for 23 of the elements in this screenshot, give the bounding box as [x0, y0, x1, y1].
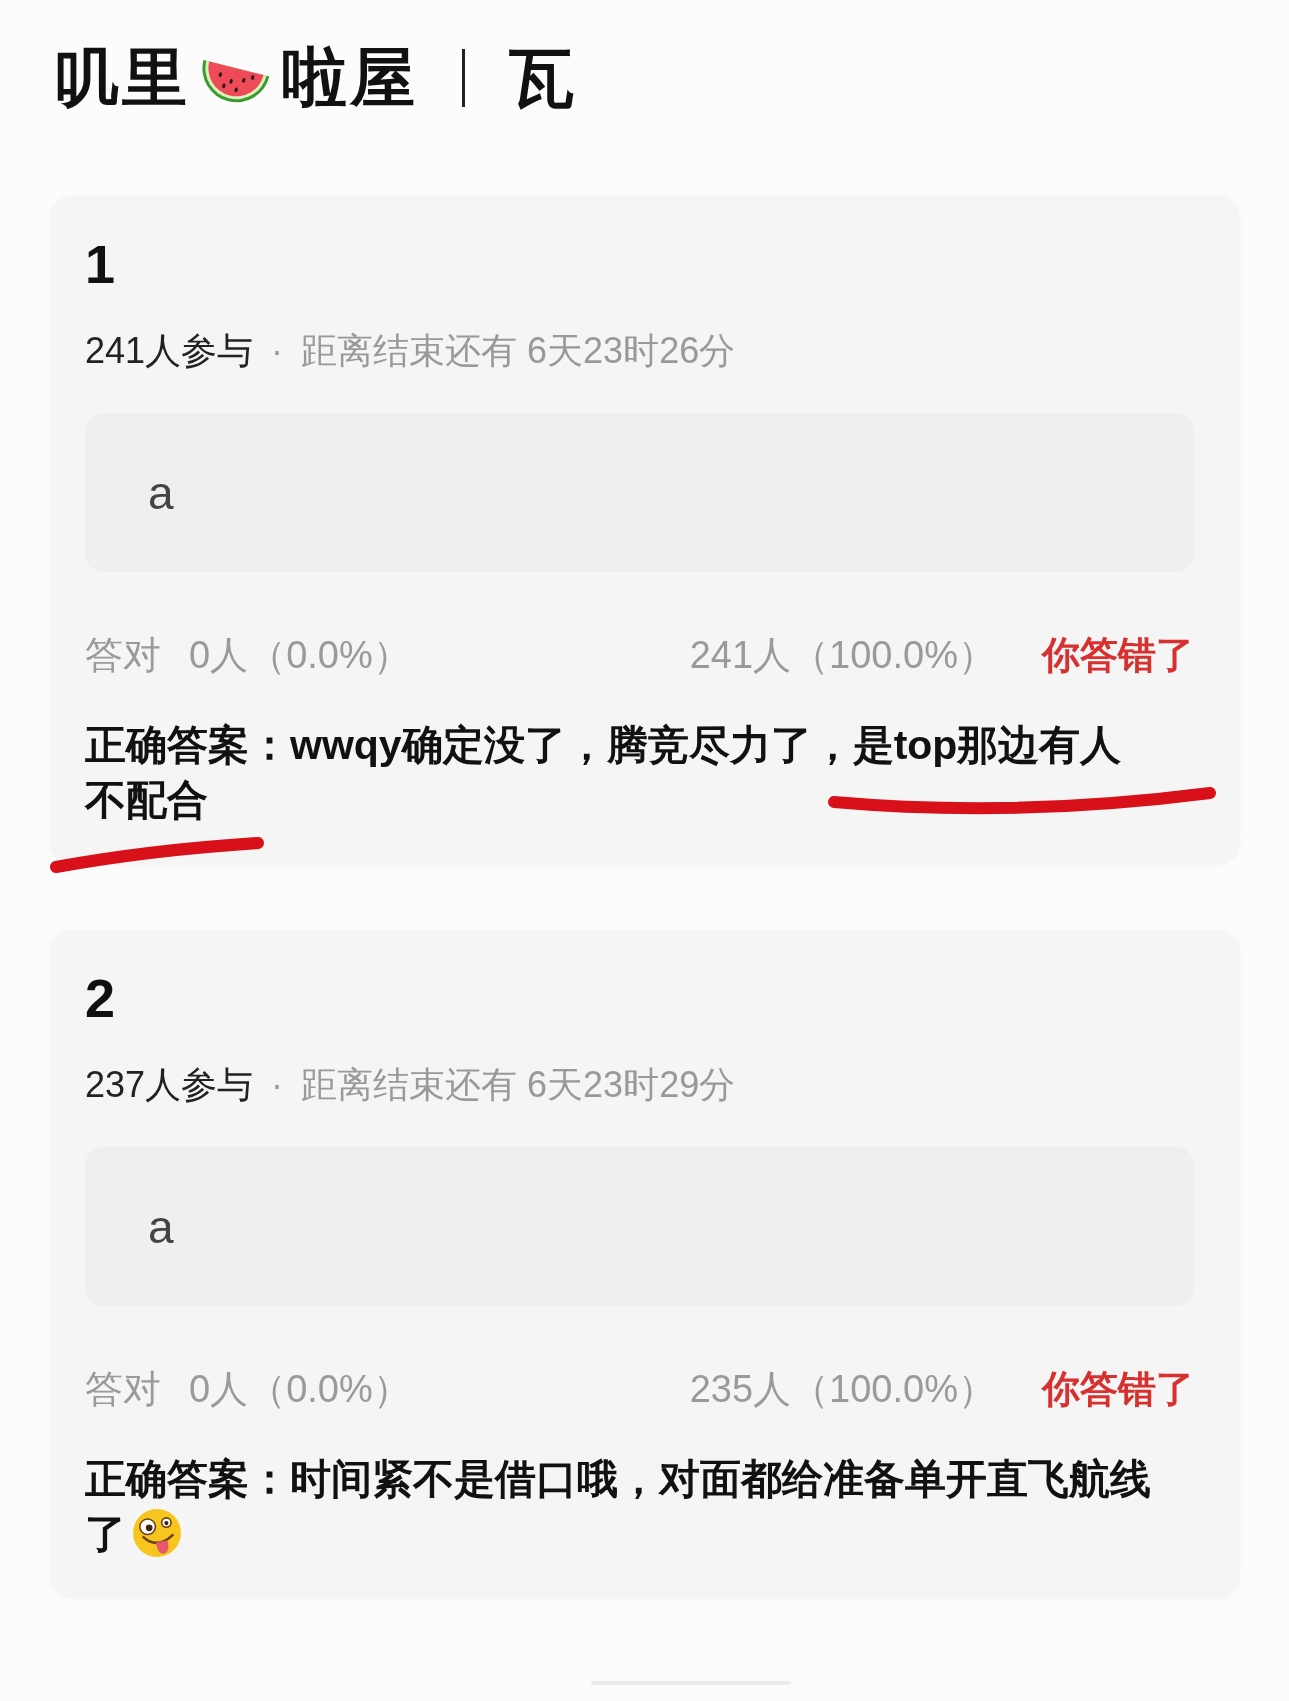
countdown-text: 距离结束还有 6天23时29分: [301, 1063, 736, 1107]
correct-label: 答对: [85, 1367, 161, 1412]
answer-option[interactable]: a: [85, 1147, 1194, 1306]
separator: ·: [271, 1063, 284, 1107]
participant-count: 241人参与: [85, 329, 254, 373]
participant-count: 237人参与: [85, 1063, 254, 1107]
correct-answer-text: 正确答案：时间紧不是借口哦，对面都给准备单开直飞航线了: [85, 1455, 1152, 1560]
result-label: 你答错了: [1042, 633, 1194, 678]
correct-answer-text: 正确答案：wwqy确定没了，腾竞尽力了，是top那边有人不配合: [85, 721, 1123, 825]
wrong-count: 241人（100.0%）: [689, 633, 996, 678]
brand-title: 啦屋: [282, 40, 418, 116]
result-label: 你答错了: [1042, 1367, 1194, 1412]
correct-label: 答对: [85, 633, 161, 678]
correct-count: 0人（0.0%）: [189, 633, 411, 678]
section-title: 瓦: [509, 40, 577, 116]
countdown-text: 距离结束还有 6天23时26分: [301, 329, 736, 373]
wrong-count: 235人（100.0%）: [689, 1367, 996, 1412]
answer-option[interactable]: a: [85, 413, 1194, 572]
brand-title: 叽里: [54, 40, 190, 116]
correct-count: 0人（0.0%）: [189, 1367, 411, 1412]
separator: ·: [271, 329, 284, 373]
question-number: 2: [85, 970, 116, 1026]
question-number: 1: [85, 236, 116, 292]
